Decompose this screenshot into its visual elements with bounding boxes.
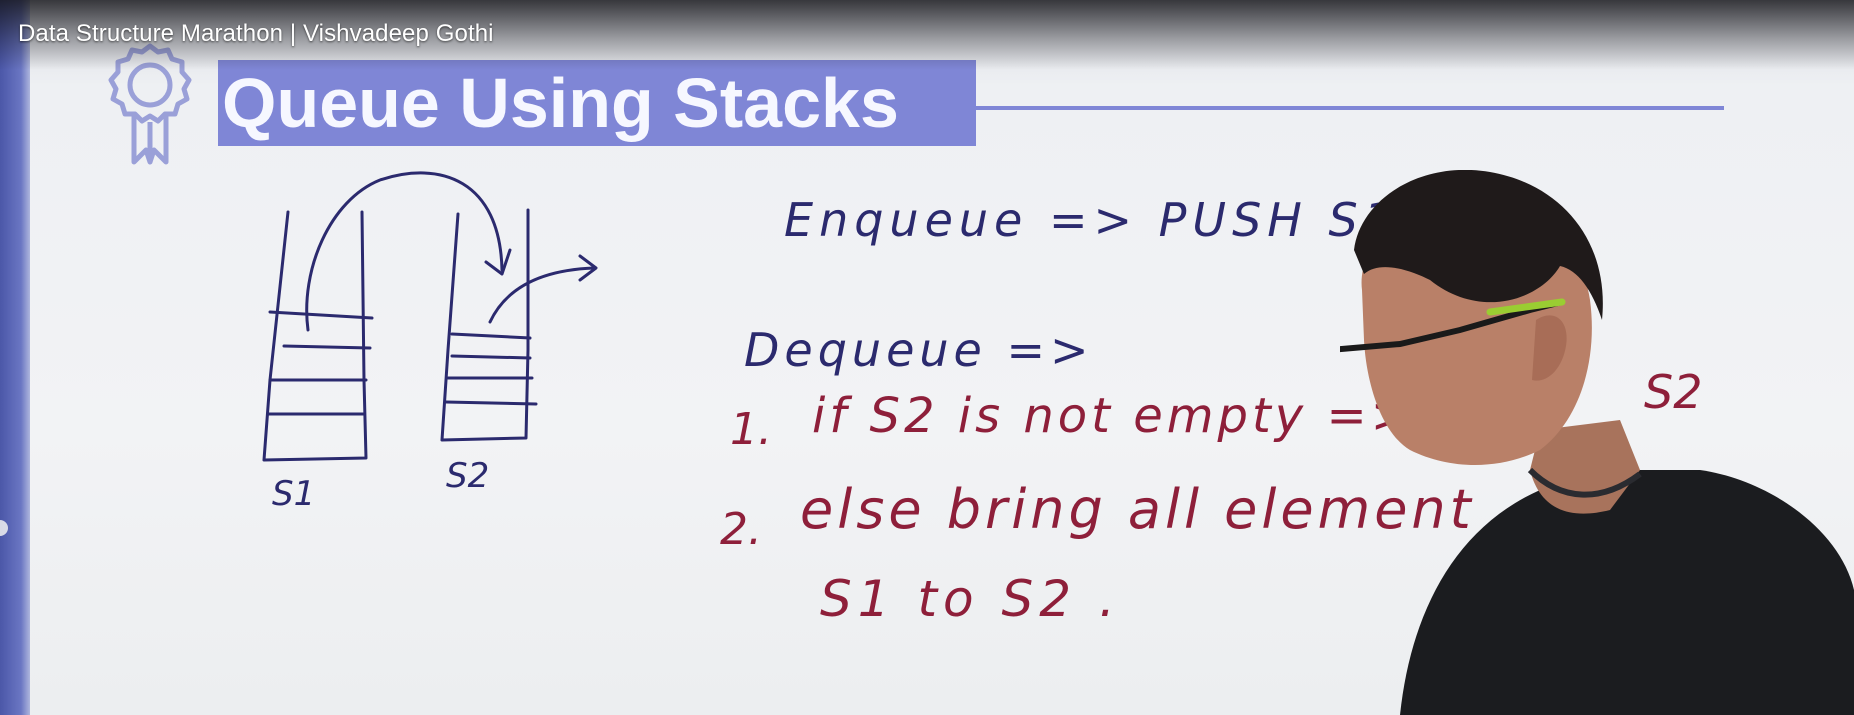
stack-s2-slot [450, 354, 532, 360]
stack-s1-label: S1 [272, 474, 315, 514]
step1-number: 1. [730, 404, 772, 455]
stack-s1-outline [262, 210, 368, 462]
video-player[interactable]: Queue Using Stacks S1 S2 Enqueue => PUSH… [0, 0, 1854, 715]
transfer-arrow [305, 171, 504, 332]
stack-s2-outline [440, 208, 530, 442]
stack-s1-slot [282, 344, 372, 350]
stack-s1-slot [268, 310, 374, 320]
dequeue-arrow [488, 266, 596, 324]
stack-s2-label: S2 [446, 456, 489, 496]
enqueue-line: Enqueue => PUSH S1 [784, 193, 1399, 247]
step2-number: 2. [720, 504, 762, 555]
instructor-figure [1340, 170, 1854, 715]
step2-continuation: S1 to S2 . [820, 570, 1121, 628]
stack-s2-slot [444, 400, 538, 406]
transfer-arrowhead [484, 248, 512, 276]
video-title[interactable]: Data Structure Marathon | Vishvadeep Got… [18, 20, 494, 48]
step1-text: if S2 is not empty => [812, 388, 1415, 444]
stack-s2-slot [450, 332, 532, 340]
instructor-shirt [1400, 470, 1854, 715]
dequeue-line: Dequeue => [744, 323, 1094, 377]
